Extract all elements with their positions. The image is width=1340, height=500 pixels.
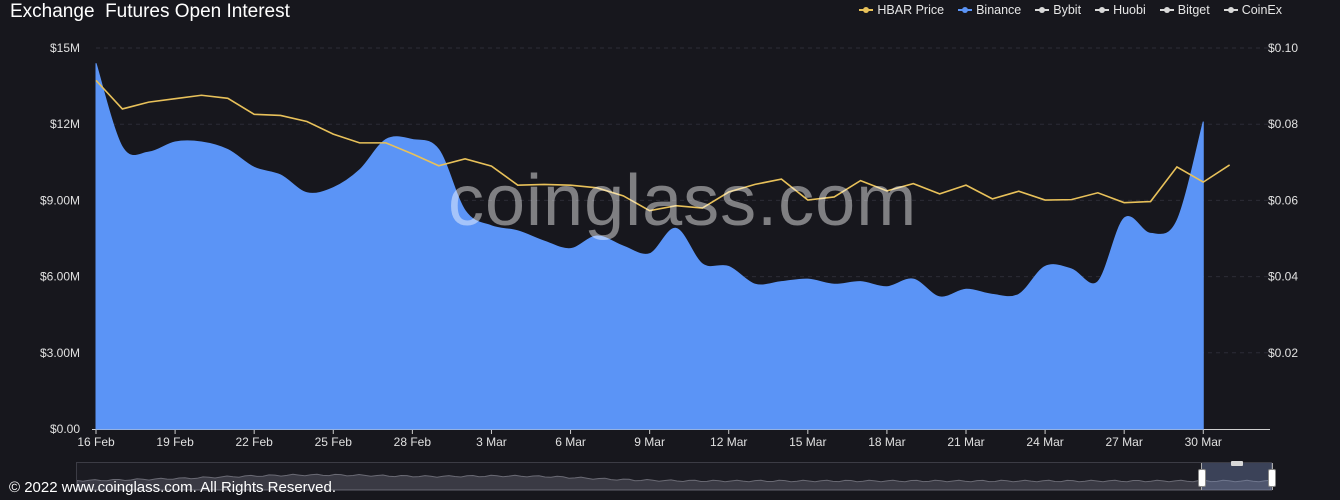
y-right-tick-label: $0.02 <box>1268 346 1298 360</box>
y-right-tick-label: $0.10 <box>1268 41 1298 55</box>
x-tick-label: 18 Mar <box>868 435 905 449</box>
x-tick-label: 27 Mar <box>1106 435 1143 449</box>
x-tick-label: 16 Feb <box>77 435 115 449</box>
x-tick-label: 6 Mar <box>555 435 586 449</box>
y-left-tick-label: $0.00 <box>50 422 80 436</box>
x-tick-label: 15 Mar <box>789 435 826 449</box>
y-left-tick-label: $9.00M <box>40 193 80 207</box>
navigator-left-handle[interactable] <box>1198 469 1206 487</box>
x-tick-label: 3 Mar <box>476 435 507 449</box>
x-tick-label: 25 Feb <box>315 435 353 449</box>
navigator-right-handle[interactable] <box>1268 469 1276 487</box>
x-tick-label: 19 Feb <box>156 435 194 449</box>
y-left-tick-label: $15M <box>50 41 80 55</box>
y-left-tick-label: $12M <box>50 117 80 131</box>
y-right-tick-label: $0.08 <box>1268 117 1298 131</box>
copyright-footer: © 2022 www.coinglass.com. All Rights Res… <box>9 479 337 496</box>
series-binance-area <box>95 63 1204 430</box>
y-right-tick-label: $0.04 <box>1268 270 1298 284</box>
y-left-tick-label: $3.00M <box>40 346 80 360</box>
x-tick-label: 22 Feb <box>236 435 274 449</box>
x-tick-label: 21 Mar <box>947 435 984 449</box>
y-left-tick-label: $6.00M <box>40 270 80 284</box>
navigator-grip-icon[interactable] <box>1231 461 1243 466</box>
x-tick-label: 9 Mar <box>634 435 665 449</box>
x-tick-label: 12 Mar <box>710 435 747 449</box>
x-tick-label: 30 Mar <box>1185 435 1222 449</box>
y-right-tick-label: $0.06 <box>1268 193 1298 207</box>
x-tick-label: 24 Mar <box>1026 435 1063 449</box>
x-tick-label: 28 Feb <box>394 435 432 449</box>
watermark: coinglass.com <box>448 161 918 241</box>
navigator-window[interactable] <box>1198 461 1276 490</box>
